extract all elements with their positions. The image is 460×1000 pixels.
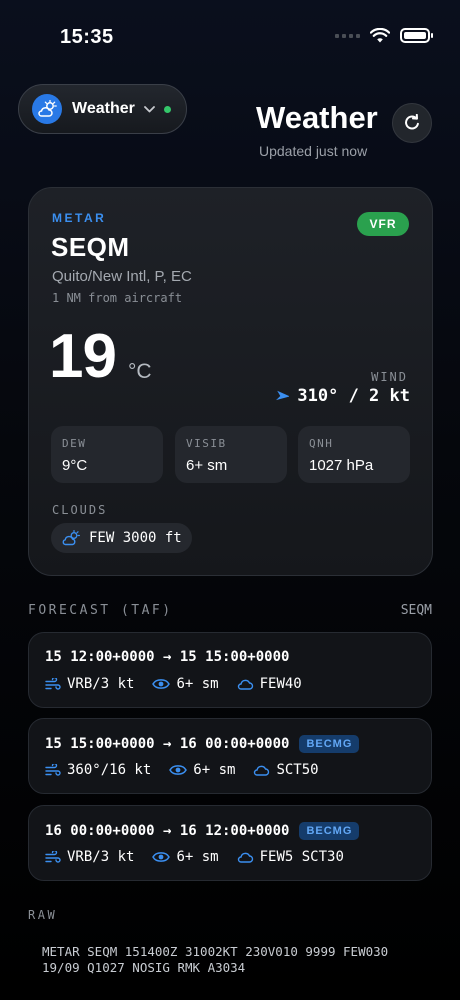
taf-visibility-value: 6+ sm <box>176 676 219 692</box>
dew-label: DEW <box>62 437 87 450</box>
taf-clouds-value: FEW40 <box>259 676 302 692</box>
taf-period-card[interactable]: 15 12:00+0000 → 15 15:00+0000 VRB/3 kt 6… <box>28 632 432 708</box>
eye-icon <box>169 765 188 775</box>
metar-card: METAR VFR SEQM Quito/New Intl, P, EC 1 N… <box>28 187 433 576</box>
taf-wind: 360°/16 kt <box>45 762 151 778</box>
taf-visibility: 6+ sm <box>152 849 219 865</box>
taf-period-card[interactable]: 15 15:00+0000 → 16 00:00+0000 BECMG 360°… <box>28 718 432 794</box>
wind-value: 310° / 2 kt <box>297 386 410 406</box>
taf-period-details: 360°/16 kt 6+ sm SCT50 <box>45 762 337 778</box>
clouds-value: FEW 3000 ft <box>89 530 182 546</box>
battery-icon <box>400 28 433 43</box>
app-pill-label: Weather <box>72 100 135 117</box>
forecast-section-label: FORECAST (TAF) <box>28 603 173 618</box>
status-icons <box>335 28 433 43</box>
taf-visibility-value: 6+ sm <box>176 849 219 865</box>
taf-clouds-value: FEW5 SCT30 <box>259 849 344 865</box>
cloud-icon <box>237 852 253 863</box>
refresh-icon <box>405 114 419 130</box>
visib-label: VISIB <box>186 437 227 450</box>
qnh-value: 1027 hPa <box>309 457 374 474</box>
taf-wind: VRB/3 kt <box>45 676 134 692</box>
taf-visibility: 6+ sm <box>152 676 219 692</box>
metar-tag: METAR <box>52 211 107 225</box>
wifi-icon <box>370 28 390 43</box>
becmg-badge: BECMG <box>299 822 360 840</box>
wind-direction-arrow-icon <box>276 390 290 401</box>
qnh-label: QNH <box>309 437 334 450</box>
taf-clouds: SCT50 <box>253 762 319 778</box>
app-switcher-pill[interactable]: Weather <box>18 84 187 134</box>
raw-section-label: RAW <box>28 908 58 922</box>
station-distance: 1 NM from aircraft <box>52 291 183 305</box>
cellular-signal-icon <box>335 33 360 38</box>
taf-wind: VRB/3 kt <box>45 849 134 865</box>
station-id: SEQM <box>51 232 130 262</box>
taf-wind-value: VRB/3 kt <box>67 676 135 692</box>
qnh-box: QNH 1027 hPa <box>298 426 410 483</box>
forecast-station: SEQM <box>400 603 432 618</box>
temperature-unit: °C <box>128 360 152 383</box>
chevron-down-icon <box>143 105 155 113</box>
taf-wind-value: VRB/3 kt <box>67 849 135 865</box>
temperature-value: 19 <box>49 322 117 391</box>
updated-status: Updated just now <box>259 143 368 159</box>
cloud-sun-icon <box>62 530 80 546</box>
taf-wind-value: 360°/16 kt <box>67 762 152 778</box>
wind-icon <box>45 851 61 863</box>
taf-period-time: 15 12:00+0000 → 15 15:00+0000 <box>45 649 290 665</box>
taf-visibility-value: 6+ sm <box>193 762 236 778</box>
taf-clouds: FEW5 SCT30 <box>237 849 344 865</box>
taf-visibility: 6+ sm <box>169 762 235 778</box>
taf-period-card[interactable]: 16 00:00+0000 → 16 12:00+0000 BECMG VRB/… <box>28 805 432 881</box>
taf-clouds: FEW40 <box>237 676 302 692</box>
taf-period-time: 15 15:00+0000 → 16 00:00+0000 <box>45 736 290 752</box>
cloud-layer-chip: FEW 3000 ft <box>51 523 192 553</box>
taf-period-time: 16 00:00+0000 → 16 12:00+0000 <box>45 823 290 839</box>
taf-period-header: 15 12:00+0000 → 15 15:00+0000 <box>45 649 289 665</box>
dew-point-box: DEW 9°C <box>51 426 163 483</box>
status-bar: 15:35 <box>0 0 460 70</box>
wind-readout: 310° / 2 kt <box>273 386 410 406</box>
status-time: 15:35 <box>60 26 114 48</box>
page-title: Weather <box>256 100 378 135</box>
cloud-icon <box>237 679 253 690</box>
taf-period-header: 15 15:00+0000 → 16 00:00+0000 BECMG <box>45 735 360 753</box>
taf-clouds-value: SCT50 <box>276 762 319 778</box>
wind-label: WIND <box>371 370 408 384</box>
eye-icon <box>152 852 171 862</box>
becmg-badge: BECMG <box>299 735 360 753</box>
weather-app-icon <box>32 94 62 124</box>
taf-period-details: VRB/3 kt 6+ sm FEW40 <box>45 676 320 692</box>
raw-metar-text: METAR SEQM 151400Z 31002KT 230V010 9999 … <box>42 944 389 975</box>
visibility-box: VISIB 6+ sm <box>175 426 287 483</box>
dew-value: 9°C <box>62 457 88 474</box>
station-name: Quito/New Intl, P, EC <box>52 268 192 285</box>
cloud-icon <box>254 765 270 776</box>
taf-period-header: 16 00:00+0000 → 16 12:00+0000 BECMG <box>45 822 360 840</box>
eye-icon <box>152 679 171 689</box>
visib-value: 6+ sm <box>186 457 228 474</box>
wind-icon <box>45 764 61 776</box>
flight-rules-badge: VFR <box>357 212 409 236</box>
wind-icon <box>45 678 61 690</box>
refresh-button[interactable] <box>392 103 432 143</box>
connection-status-dot <box>163 105 171 113</box>
taf-period-details: VRB/3 kt 6+ sm FEW5 SCT30 <box>45 849 362 865</box>
clouds-label: CLOUDS <box>52 503 108 517</box>
